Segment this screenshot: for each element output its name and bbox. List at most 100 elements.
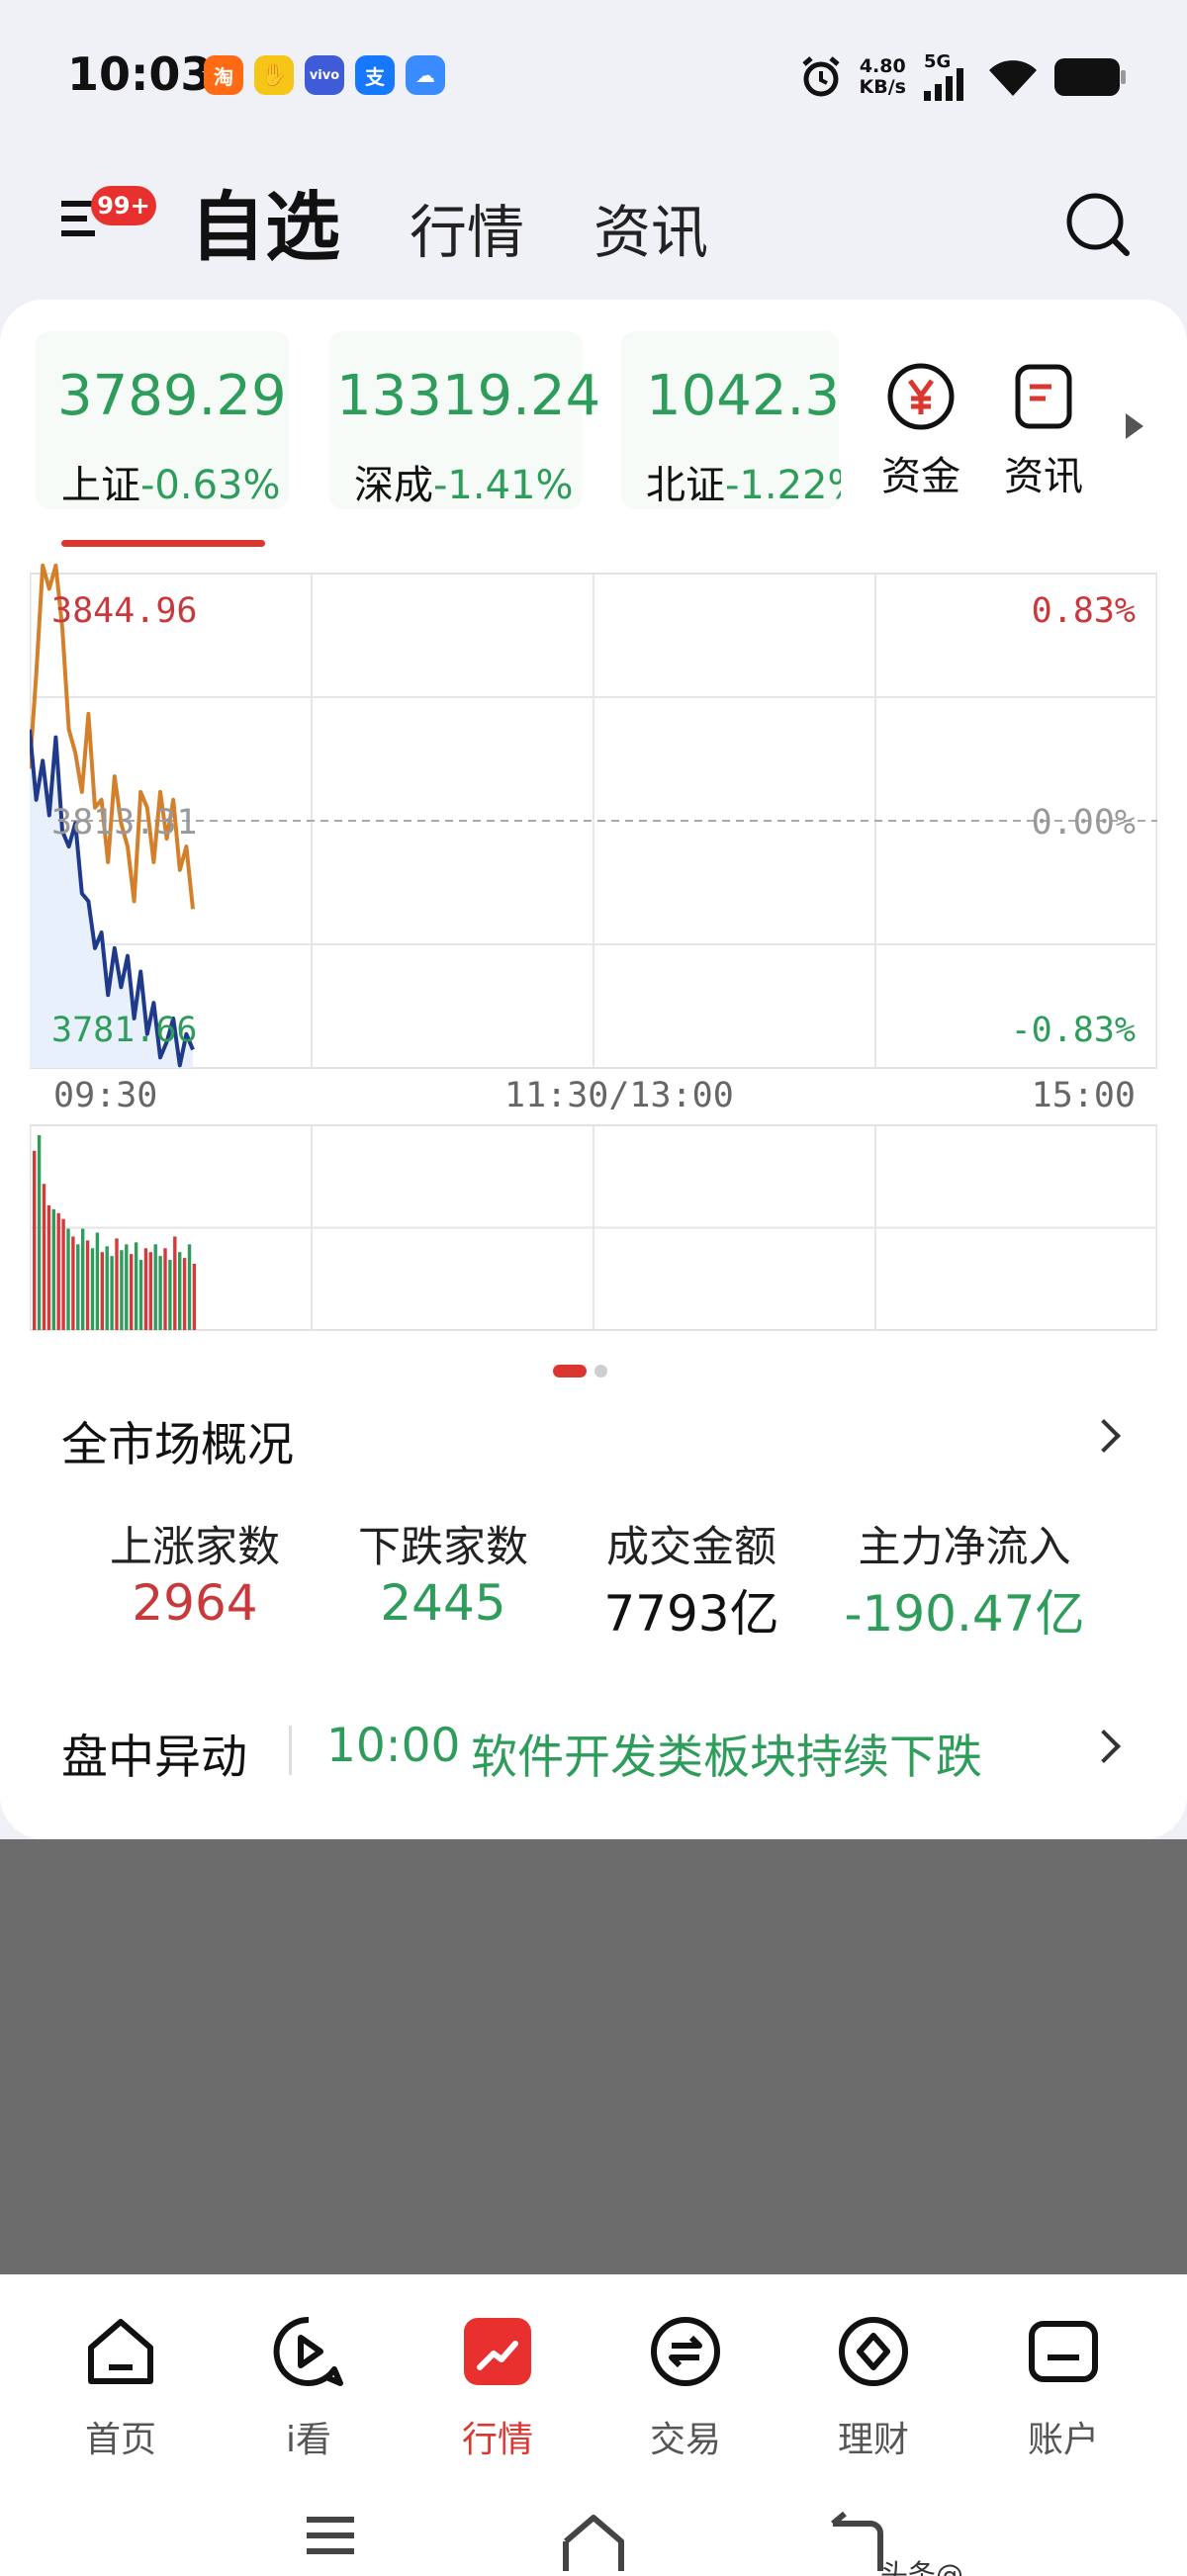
index-label-shanghai: 上证-0.63%	[61, 463, 281, 508]
wifi-icon	[989, 60, 1037, 96]
volume-bar	[134, 1242, 138, 1330]
volume-bar	[125, 1244, 129, 1330]
chart-pct-base: 0.00%	[1031, 803, 1136, 843]
stat-up-value: 2964	[132, 1574, 258, 1632]
diamond-coin-icon	[839, 2317, 908, 2386]
index-value-shanghai: 3789.29	[57, 364, 287, 428]
nav-ikan[interactable]: i看	[244, 2314, 373, 2462]
page-dot-active	[553, 1365, 587, 1377]
nav-home[interactable]: 首页	[56, 2314, 185, 2462]
active-index-indicator	[61, 540, 265, 547]
volume-bar	[153, 1244, 157, 1330]
status-time: 10:03	[67, 47, 213, 101]
background-overlay	[0, 1839, 1187, 2274]
baidu-netdisk-icon: ☁	[406, 55, 445, 95]
overview-title: 全市场概况	[61, 1418, 294, 1472]
nav-trade[interactable]: 交易	[621, 2314, 750, 2462]
index-value-beijing: 1042.39	[646, 364, 841, 428]
capital-flow-label: 资金	[881, 454, 960, 499]
volume-bar	[56, 1212, 60, 1330]
volume-bar	[37, 1135, 42, 1330]
volume-bar	[173, 1236, 177, 1330]
stat-netflow-label: 主力净流入	[858, 1523, 1071, 1572]
volume-bar	[163, 1248, 167, 1330]
capital-flow-button[interactable]: 资金	[876, 361, 965, 501]
status-bar: 10:03 淘 ✋ vivo 支 ☁ 4.80 KB/s 5G	[0, 0, 1187, 148]
system-back-icon[interactable]	[827, 2512, 886, 2571]
nav-market[interactable]: 行情	[433, 2314, 562, 2462]
stat-down-label: 下跌家数	[358, 1523, 528, 1572]
volume-bar	[46, 1204, 51, 1330]
chart-grid	[30, 573, 1157, 1331]
volume-bar	[120, 1250, 124, 1330]
stat-up-label: 上涨家数	[110, 1523, 280, 1572]
volume-bar	[187, 1244, 192, 1330]
volume-bar	[90, 1248, 95, 1330]
stat-turnover-label: 成交金额	[606, 1523, 776, 1572]
tab-market[interactable]: 行情	[410, 186, 524, 269]
stat-netflow-value: -190.47亿	[844, 1585, 1085, 1643]
chart-high-label: 3844.96	[51, 591, 198, 631]
volume-bar	[130, 1254, 134, 1330]
home-icon	[88, 2319, 153, 2384]
volume-bar	[143, 1248, 148, 1330]
volume-bar	[178, 1252, 182, 1330]
nav-account-label: 账户	[1027, 2420, 1099, 2460]
exchange-icon	[651, 2317, 720, 2386]
nav-account[interactable]: 账户	[999, 2314, 1128, 2462]
stat-down-value: 2445	[380, 1574, 506, 1632]
chart-pct-low: -0.83%	[1010, 1011, 1136, 1050]
chart-time-mid: 11:30/13:00	[504, 1076, 734, 1115]
search-icon[interactable]	[1063, 190, 1133, 259]
volume-bar	[115, 1238, 119, 1330]
system-home-icon[interactable]	[560, 2512, 627, 2571]
volume-bar	[138, 1260, 143, 1330]
news-button[interactable]: 资讯	[999, 361, 1088, 501]
volume-bar	[95, 1232, 100, 1330]
alert-divider	[289, 1726, 292, 1775]
nav-market-label: 行情	[461, 2420, 533, 2460]
nav-home-label: 首页	[84, 2420, 156, 2460]
chart-base-label: 3813.31	[51, 803, 198, 843]
index-clip-beijing: 1042.39 北证-1.22%	[621, 326, 841, 514]
nav-wealth-label: 理财	[837, 2420, 909, 2460]
intraday-chart[interactable]	[30, 564, 1157, 1335]
status-right: 4.80 KB/s 5G	[798, 49, 1128, 105]
notification-badge: 99+	[91, 186, 156, 225]
volume-bar	[81, 1228, 85, 1330]
volume-bar	[61, 1218, 65, 1330]
volume-bar	[110, 1256, 114, 1330]
page-dot	[594, 1365, 607, 1377]
volume-bar	[66, 1228, 70, 1330]
volume-bar	[71, 1236, 75, 1330]
tab-news[interactable]: 资讯	[594, 186, 708, 269]
watermark: 头条@	[880, 2558, 964, 2576]
signal-5g: 5G	[922, 49, 971, 105]
system-menu-icon[interactable]	[303, 2512, 358, 2561]
tab-watchlist[interactable]: 自选	[190, 166, 340, 275]
play-bubble-icon	[273, 2316, 343, 2386]
battery-icon	[1054, 58, 1126, 96]
yuan-circle-icon	[887, 363, 955, 430]
alert-time[interactable]: 10:00	[326, 1719, 460, 1773]
index-label-beijing: 北证-1.22%	[646, 463, 841, 508]
alarm-icon	[801, 56, 840, 97]
chart-low-label: 3781.66	[51, 1011, 198, 1050]
nav-wealth[interactable]: 理财	[809, 2314, 938, 2462]
notification-app-icons: 淘 ✋ vivo 支 ☁	[204, 55, 445, 95]
volume-bar	[85, 1240, 90, 1330]
page-indicator	[553, 1365, 607, 1377]
stat-turnover-value: 7793亿	[603, 1585, 779, 1643]
volume-bar	[42, 1184, 46, 1330]
account-card-icon	[1029, 2321, 1098, 2382]
chart-pct-high: 0.83%	[1031, 591, 1136, 631]
alert-text[interactable]: 软件开发类板块持续下跌	[471, 1719, 982, 1787]
nav-ikan-label: i看	[285, 2420, 331, 2460]
volume-bar	[158, 1256, 162, 1330]
volume-bar	[100, 1252, 104, 1330]
volume-bar	[168, 1260, 172, 1330]
hand-app-icon: ✋	[254, 55, 294, 95]
chart-time-start: 09:30	[53, 1076, 158, 1115]
volume-bar	[192, 1264, 197, 1330]
scroll-right-arrow-icon[interactable]	[1126, 413, 1143, 439]
